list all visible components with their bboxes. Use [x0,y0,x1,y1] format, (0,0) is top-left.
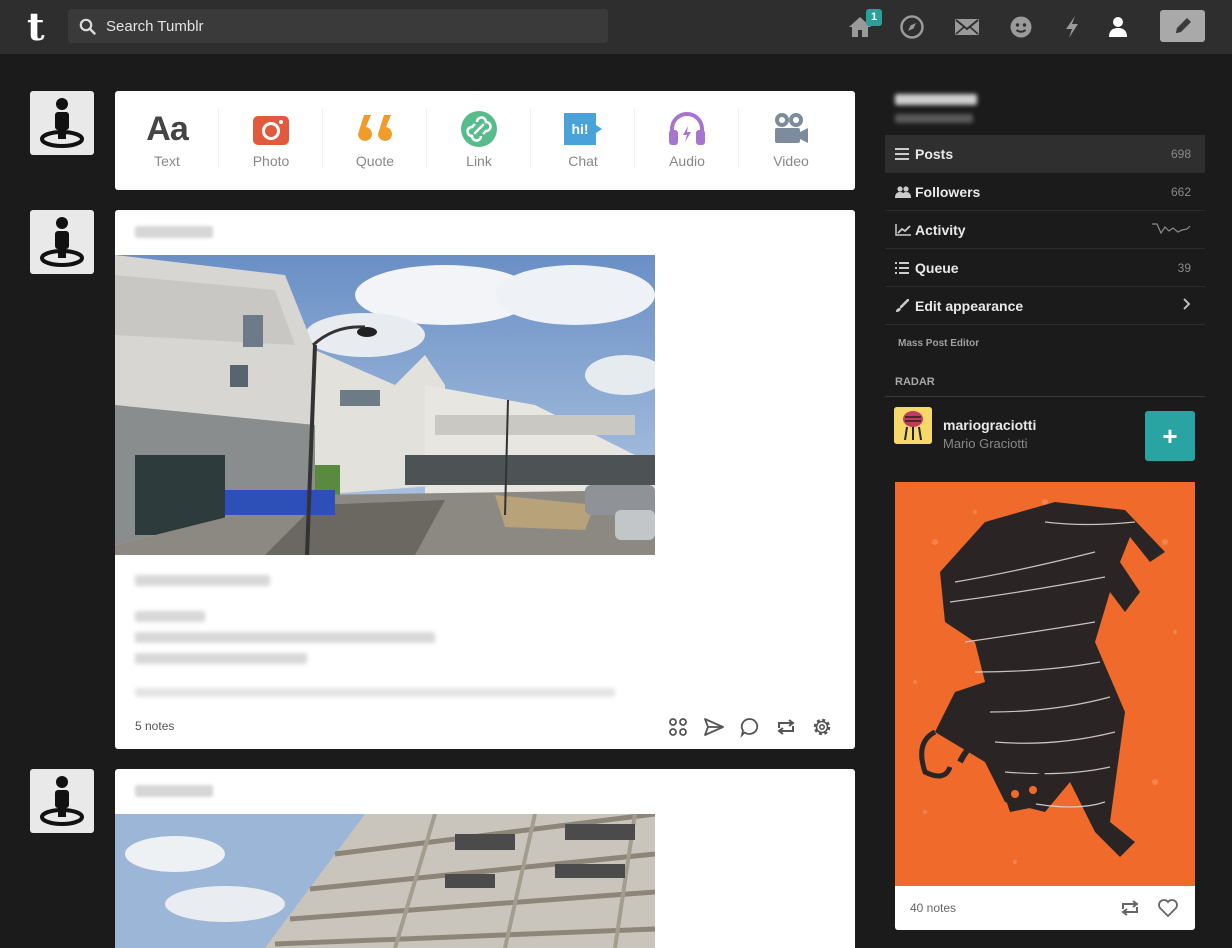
activity-sparkline [1151,220,1205,239]
post-body-line [135,653,307,664]
radar-notes-count[interactable]: 40 notes [910,901,956,915]
post-photo[interactable] [115,814,655,948]
sidebar-item-followers[interactable]: Followers 662 [885,173,1205,211]
default-avatar-icon [40,98,84,148]
followers-icon [885,185,915,198]
default-avatar-icon [40,217,84,267]
quote-icon [355,110,395,148]
link-icon [460,110,498,148]
post-notes-count[interactable]: 5 notes [135,719,174,733]
chart-line-icon [885,223,915,236]
chevron-right-icon [1183,298,1205,313]
send-button[interactable] [703,716,725,738]
inbox-button[interactable] [1007,13,1035,41]
post-type-composer: Aa Text Photo Quote Link hi! Chat Audio [115,91,855,190]
post-body-line [135,632,435,643]
mass-post-editor-link[interactable]: Mass Post Editor [898,338,979,349]
post-author-name[interactable] [135,226,213,238]
user-avatar[interactable] [30,91,94,155]
compose-post-button[interactable] [1160,10,1205,42]
post-tags[interactable] [135,688,615,697]
account-button[interactable] [1104,13,1132,41]
follow-button[interactable]: + [1145,411,1195,461]
paintbrush-icon [885,298,915,313]
tumblr-logo[interactable]: t [27,8,53,46]
post-author-name[interactable] [135,785,213,797]
post-author-avatar[interactable] [30,210,94,274]
lightning-bolt-icon [1066,16,1078,38]
sidebar-item-activity[interactable]: Activity [885,211,1205,249]
queue-icon [885,261,915,274]
new-photo-post-button[interactable]: Photo [219,91,323,190]
radar-blog-title: Mario Graciotti [943,436,1028,451]
paper-plane-icon [704,718,724,736]
new-link-post-button[interactable]: Link [427,91,531,190]
pencil-icon [1175,18,1191,33]
explore-button[interactable] [898,13,926,41]
reblog-icon [777,719,795,735]
speech-bubble-icon [740,718,759,738]
radar-blog-name[interactable]: mariograciotti [943,417,1036,433]
heart-icon[interactable] [1157,898,1179,923]
camera-icon [252,110,290,148]
gear-icon [813,718,831,736]
search-box[interactable] [68,9,608,43]
new-video-post-button[interactable]: Video [739,91,843,190]
blog-name[interactable] [895,94,977,105]
radar-heading: RADAR [895,376,935,388]
new-chat-post-button[interactable]: hi! Chat [531,91,635,190]
reblog-icon[interactable] [1119,898,1141,923]
activity-button[interactable] [1058,13,1086,41]
search-input[interactable] [106,9,586,43]
headphones-icon [667,110,707,148]
home-notification-badge: 1 [866,9,883,26]
settings-button[interactable] [811,716,833,738]
compass-icon [900,15,924,39]
dashboard-post: 5 notes [115,210,855,749]
blog-title [895,114,973,123]
svg-text:hi!: hi! [571,121,588,137]
default-avatar-icon [40,776,84,826]
radar-divider [885,396,1205,397]
messages-button[interactable] [953,13,981,41]
video-camera-icon [772,110,810,148]
sidebar-item-queue[interactable]: Queue 39 [885,249,1205,287]
reply-button[interactable] [739,716,761,738]
new-audio-post-button[interactable]: Audio [635,91,739,190]
radar-post-image[interactable] [895,482,1195,886]
dashboard-post [115,769,855,948]
reblog-button[interactable] [775,716,797,738]
user-icon [1109,17,1127,37]
share-button[interactable] [667,716,689,738]
chat-icon: hi! [562,110,604,148]
top-navigation-bar: t 1 [0,0,1232,54]
smiley-face-icon [1010,16,1032,38]
sidebar-item-edit-appearance[interactable]: Edit appearance [885,287,1205,325]
post-author-avatar[interactable] [30,769,94,833]
list-icon [885,147,915,160]
text-icon: Aa [146,109,188,148]
radar-blog-avatar[interactable] [894,407,932,444]
new-text-post-button[interactable]: Aa Text [115,91,219,190]
radar-post-footer: 40 notes [895,886,1195,930]
post-caption [135,575,270,586]
post-photo[interactable] [115,255,655,555]
envelope-icon [955,19,979,35]
post-body-line [135,611,205,622]
search-icon [79,18,96,35]
community-icon [669,718,687,736]
sidebar-item-posts[interactable]: Posts 698 [885,135,1205,173]
new-quote-post-button[interactable]: Quote [323,91,427,190]
